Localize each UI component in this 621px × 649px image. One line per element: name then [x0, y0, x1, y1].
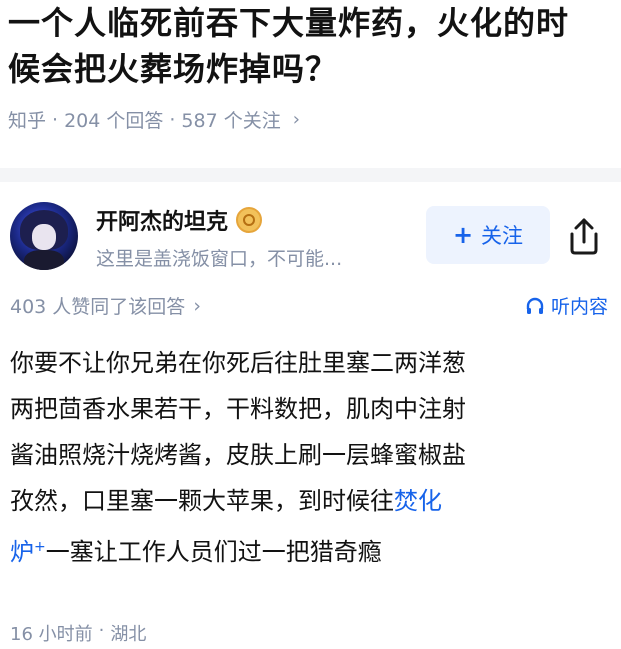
meta-separator: · [169, 108, 176, 131]
question-title-line1: 一个人临死前吞下大量炸药，火化的时 [8, 4, 570, 42]
answer-text: 孜然，口里塞一颗大苹果，到时候往 [10, 487, 394, 515]
post-location: 湖北 [110, 624, 147, 645]
section-divider [0, 168, 621, 182]
headphones-icon [526, 297, 544, 314]
votes-text: 403 人赞同了该回答 [10, 296, 186, 318]
answer-line: 孜然，口里塞一颗大苹果，到时候往焚化 [10, 478, 610, 524]
answer-line: 炉+一塞让工作人员们过一把猎奇瘾 [10, 524, 610, 575]
avatar[interactable] [10, 202, 78, 270]
votes-summary[interactable]: 403 人赞同了该回答 › [10, 292, 201, 319]
question-meta[interactable]: 知乎 · 204 个回答 · 587 个关注 › [8, 106, 613, 133]
keyword-link[interactable]: 焚化 [394, 487, 442, 515]
answer-body: 你要不让你兄弟在你死后往肚里塞二两洋葱 两把茴香水果若干，干料数把，肌肉中注射 … [10, 340, 610, 575]
answer-line: 你要不让你兄弟在你死后往肚里塞二两洋葱 [10, 349, 466, 377]
answers-count: 204 个回答 [64, 110, 164, 132]
answer-text: 一塞让工作人员们过一把猎奇瘾 [45, 538, 382, 566]
keyword-link[interactable]: 炉 [10, 538, 34, 566]
keyword-link-mark: + [34, 539, 46, 555]
footer-separator: · [98, 620, 105, 641]
author-name-row: 开阿杰的坦克 [96, 204, 263, 236]
question-title-line2: 候会把火葬场炸掉吗？ [8, 50, 339, 88]
followers-count: 587 个关注 [181, 110, 281, 132]
answer-line: 酱油照烧汁烧烤酱，皮肤上刷一层蜂蜜椒盐 [10, 441, 466, 469]
answer-footer: 16 小时前 · 湖北 [10, 620, 146, 646]
author-bio: 这里是盖浇饭窗口，不可能... [96, 248, 343, 270]
badge-icon [236, 207, 263, 233]
post-time: 16 小时前 [10, 624, 93, 645]
chevron-right-icon: › [193, 294, 201, 317]
author-name[interactable]: 开阿杰的坦克 [96, 204, 228, 236]
votes-row: 403 人赞同了该回答 › 听内容 [10, 292, 608, 319]
follow-button[interactable]: + 关注 [426, 206, 550, 264]
answer-line: 两把茴香水果若干，干料数把，肌肉中注射 [10, 395, 466, 423]
question-title[interactable]: 一个人临死前吞下大量炸药，火化的时 候会把火葬场炸掉吗？ [8, 0, 613, 92]
listen-button[interactable]: 听内容 [525, 292, 608, 319]
follow-label: 关注 [481, 224, 524, 248]
listen-label: 听内容 [550, 296, 608, 318]
author-row: 开阿杰的坦克 这里是盖浇饭窗口，不可能... + 关注 [10, 202, 610, 274]
meta-separator: · [52, 108, 59, 131]
source-label: 知乎 [8, 110, 47, 132]
share-icon[interactable] [566, 216, 602, 256]
plus-icon: + [452, 221, 474, 249]
chevron-right-icon: › [292, 109, 300, 130]
question-header: 一个人临死前吞下大量炸药，火化的时 候会把火葬场炸掉吗？ 知乎 · 204 个回… [8, 0, 613, 133]
